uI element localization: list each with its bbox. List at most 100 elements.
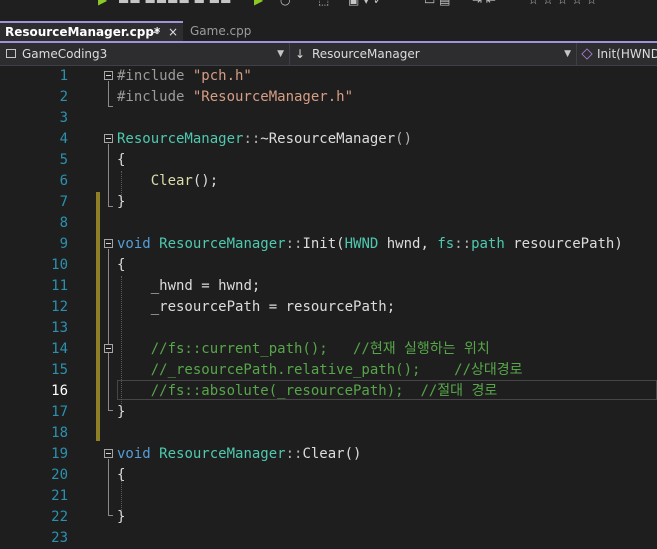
line-number: 14 [51, 341, 68, 357]
token-param: hwnd [218, 278, 252, 294]
debug-icon[interactable]: ▶ [254, 0, 263, 6]
chevron-down-icon: ▼ [277, 49, 284, 59]
token-destructor: ~ResourceManager [260, 131, 396, 147]
token-scope: :: [285, 236, 303, 252]
scope-arrow-icon: ↓ [295, 47, 306, 61]
code-line-7: } [117, 192, 125, 213]
token-function: Clear [150, 173, 193, 189]
line-number: 2 [59, 89, 68, 105]
window-icon[interactable]: ▭ ▤ [424, 0, 451, 6]
token-function: Clear [302, 446, 345, 462]
scope-label: ResourceManager [312, 47, 420, 61]
collapse-icon[interactable] [104, 71, 113, 80]
token-string: "ResourceManager.h" [192, 89, 354, 105]
token-keyword: void [117, 446, 151, 462]
line-number: 1 [59, 68, 68, 84]
project-icon [6, 49, 16, 58]
code-line-11: _hwnd = hwnd; [117, 276, 261, 297]
fold-end [108, 206, 113, 207]
line-number: 18 [51, 425, 68, 441]
line-number: 12 [51, 299, 68, 315]
token-preprocessor: #include [117, 68, 193, 84]
token-type: HWND [344, 236, 379, 252]
navigation-bar: GameCoding3 ▼ ↓ ResourceManager ▼ Init(H… [0, 43, 657, 66]
member-dropdown[interactable]: Init(HWND [577, 45, 657, 63]
change-marker [96, 213, 100, 441]
line-number: 21 [51, 488, 68, 504]
token-preprocessor: #include [117, 89, 193, 105]
token-scope: :: [454, 236, 472, 252]
save-icon[interactable]: ▣ ▾ ✓ [348, 0, 383, 6]
tab-label: Game.cpp [190, 24, 252, 38]
scope-dropdown[interactable]: ↓ ResourceManager ▼ [290, 45, 575, 63]
tab-game-cpp[interactable]: Game.cpp [186, 22, 256, 41]
toolbar: ▶ ▬▬ ▬▬▬▬ ▬ ▬▬ ▶ ○ ⬚ ▣ ▾ ✓ ▭ ▤ ⇥ ⇤ ☆ ☆ ☆… [0, 0, 657, 14]
code-line-14: //fs::current_path(); //현재 실행하는 위치 [117, 339, 490, 360]
token-punc: ; [386, 299, 396, 315]
format-icon[interactable]: ⇥ ⇤ [472, 0, 496, 6]
member-label: Init(HWND [597, 47, 657, 61]
token-brace: } [117, 509, 126, 525]
tab-resourcemanager-cpp[interactable]: ResourceManager.cpp* ⊸ × [0, 21, 183, 42]
code-line-17: } [117, 402, 125, 423]
code-line-20: { [117, 465, 125, 486]
line-number: 23 [51, 530, 68, 546]
token-paren: () [344, 446, 362, 462]
fold-line [108, 81, 109, 106]
line-number: 4 [59, 131, 68, 147]
star-icon[interactable]: ☆ ☆ ☆ ☆ ☆ [528, 0, 597, 6]
close-icon[interactable]: × [168, 23, 178, 42]
code-line-9: void ResourceManager::Init(HWND hwnd, fs… [117, 234, 623, 255]
token-comment: //_resourcePath.relative_path(); //상대경로 [150, 362, 523, 378]
line-number: 11 [51, 278, 68, 294]
token-class: ResourceManager [159, 446, 286, 462]
line-number: 13 [51, 320, 68, 336]
token-brace: { [117, 257, 126, 273]
line-number: 10 [51, 257, 68, 273]
line-number: 22 [51, 509, 68, 525]
token-punc: (); [192, 173, 219, 189]
line-number: 19 [51, 446, 68, 462]
token-function: Init [302, 236, 337, 252]
line-number: 3 [59, 110, 68, 126]
collapse-icon[interactable] [104, 239, 113, 248]
code-editor[interactable]: 1 2 3 4 5 6 7 8 9 10 11 12 13 14 15 16 17 18 19 20 21 22 23 #i… [0, 66, 657, 546]
token-scope: :: [243, 131, 261, 147]
token-string: "pch.h" [192, 68, 252, 84]
token-op: = [260, 299, 286, 315]
project-dropdown[interactable]: GameCoding3 ▼ [0, 45, 288, 63]
redo-icon[interactable]: ⬚ [318, 0, 329, 6]
pin-icon[interactable]: ⊸ [150, 23, 159, 42]
code-line-12: _resourcePath = resourcePath; [117, 297, 395, 318]
token-namespace: fs [437, 236, 455, 252]
code-line-16: //fs::absolute(_resourcePath); //절대 경로 [117, 381, 498, 402]
token-brace: { [117, 467, 126, 483]
code-line-6: Clear(); [117, 171, 218, 192]
token-brace: } [117, 404, 126, 420]
token-class: ResourceManager [159, 236, 286, 252]
code-line-5: { [117, 150, 125, 171]
collapse-icon[interactable] [104, 449, 113, 458]
code-line-19: void ResourceManager::Clear() [117, 444, 361, 465]
code-line-4: ResourceManager::~ResourceManager() [117, 129, 412, 150]
fold-line [108, 249, 109, 410]
collapse-icon[interactable] [104, 134, 113, 143]
token-comment: //fs::current_path(); //현재 실행하는 위치 [150, 341, 490, 357]
token-param: hwnd, [378, 236, 438, 252]
code-line-22: } [117, 507, 125, 528]
undo-icon[interactable]: ○ [280, 0, 290, 6]
run-icon[interactable]: ▶ [98, 0, 107, 6]
token-scope: :: [285, 446, 303, 462]
token-paren: ( [336, 236, 345, 252]
token-paren: () [395, 131, 413, 147]
fold-line [108, 144, 109, 206]
method-icon [581, 48, 593, 60]
line-number: 9 [59, 236, 68, 252]
tab-label: ResourceManager.cpp* [5, 25, 161, 39]
project-label: GameCoding3 [22, 47, 108, 61]
collapse-icon[interactable] [104, 344, 113, 353]
line-number: 20 [51, 467, 68, 483]
line-number: 5 [59, 152, 68, 168]
chevron-down-icon: ▼ [564, 49, 571, 59]
code-line-10: { [117, 255, 125, 276]
